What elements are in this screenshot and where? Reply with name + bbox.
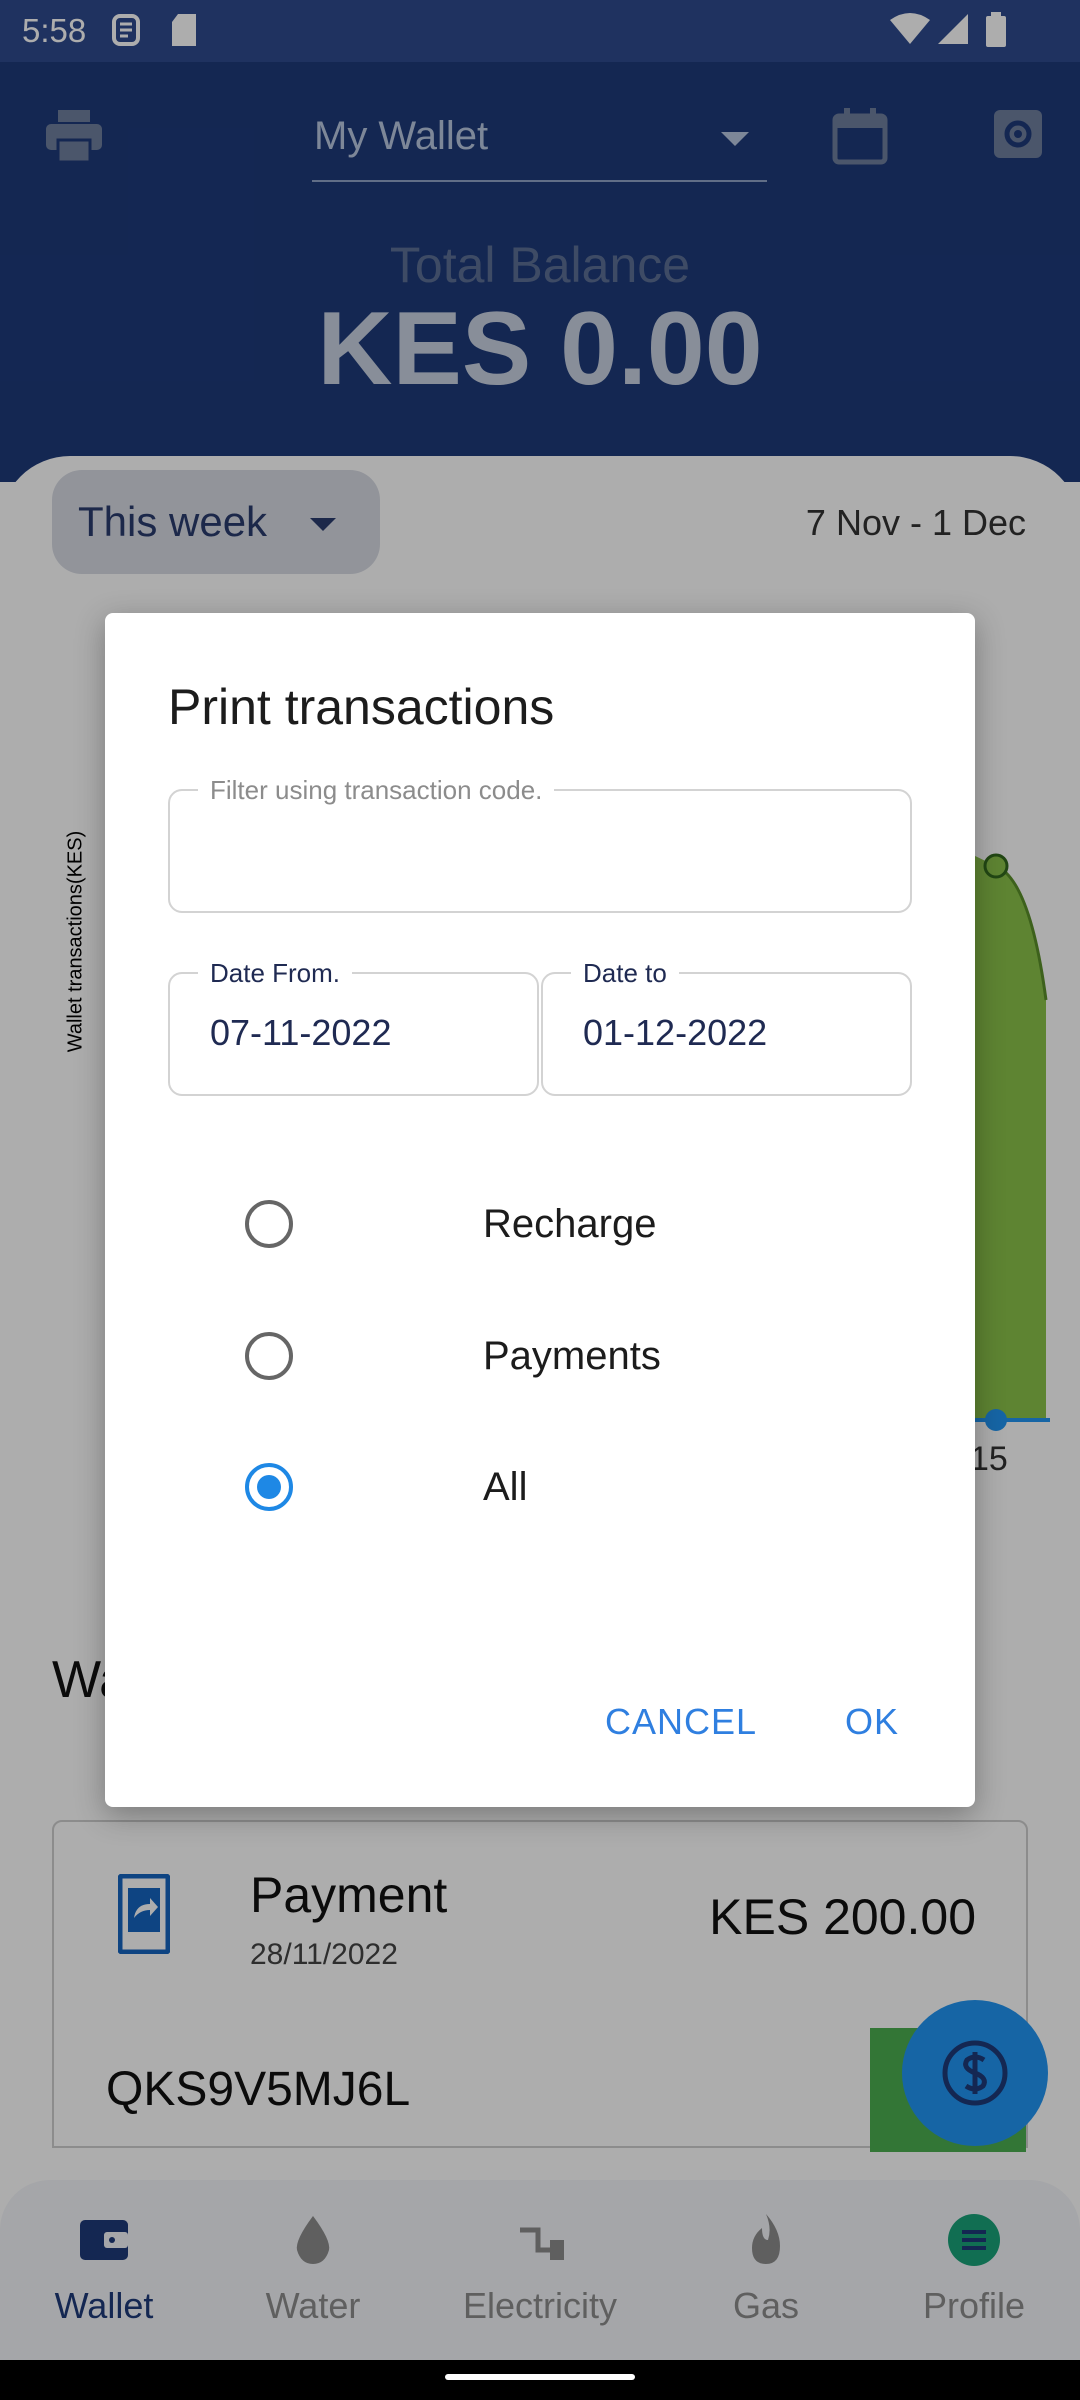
date-from-label: Date From.: [198, 958, 353, 988]
radio-label: Recharge: [483, 1202, 657, 1246]
cancel-button[interactable]: CANCEL: [605, 1701, 757, 1743]
date-from-value: 07-11-2022: [210, 1012, 392, 1053]
transaction-code-filter-field[interactable]: Filter using transaction code.: [168, 775, 912, 913]
ok-button[interactable]: OK: [845, 1701, 899, 1743]
date-to-value: 01-12-2022: [583, 1012, 768, 1053]
print-transactions-dialog: Print transactions Filter using transact…: [105, 613, 975, 1807]
date-from-field[interactable]: Date From. 07-11-2022: [168, 958, 539, 1096]
home-gesture-handle[interactable]: [445, 2374, 635, 2380]
dialog-title: Print transactions: [168, 679, 555, 735]
date-to-field[interactable]: Date to 01-12-2022: [541, 958, 912, 1096]
date-to-label: Date to: [571, 958, 679, 988]
radio-option-recharge[interactable]: Recharge: [245, 1184, 845, 1264]
radio-button[interactable]: [245, 1200, 293, 1248]
radio-button[interactable]: [245, 1332, 293, 1380]
transaction-code-input[interactable]: [194, 807, 860, 893]
transaction-code-filter-label: Filter using transaction code.: [198, 775, 555, 805]
radio-option-payments[interactable]: Payments: [245, 1316, 845, 1396]
radio-label: Payments: [483, 1334, 661, 1378]
radio-button-checked[interactable]: [245, 1463, 293, 1511]
system-navigation-bar: [0, 2360, 1080, 2400]
radio-label: All: [483, 1465, 528, 1509]
radio-option-all[interactable]: All: [245, 1447, 845, 1527]
